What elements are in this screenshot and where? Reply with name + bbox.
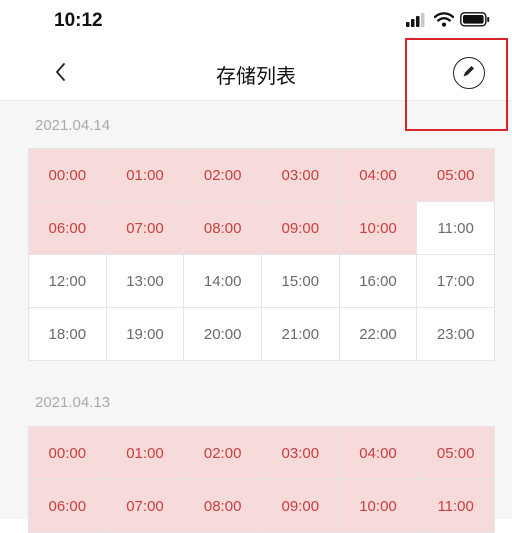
hour-cell[interactable]: 17:00 — [417, 255, 494, 307]
hour-cell-recorded[interactable]: 09:00 — [261, 202, 339, 254]
hour-cell-recorded[interactable]: 06:00 — [29, 202, 106, 254]
hour-cell-recorded[interactable]: 07:00 — [106, 202, 184, 254]
hour-cell-recorded[interactable]: 02:00 — [184, 427, 261, 479]
hour-cell-recorded[interactable]: 08:00 — [184, 202, 261, 254]
nav-bar: 存储列表 — [0, 44, 512, 101]
hour-cell[interactable]: 21:00 — [261, 308, 339, 360]
hour-cell-recorded[interactable]: 07:00 — [106, 480, 184, 532]
page-title: 存储列表 — [216, 66, 296, 88]
status-bar: 10:12 — [0, 0, 512, 44]
date-label: 2021.04.13 — [35, 394, 111, 411]
hour-cell-recorded[interactable]: 09:00 — [261, 480, 339, 532]
hour-cell-recorded[interactable]: 10:00 — [339, 202, 417, 254]
hour-cell-recorded[interactable]: 11:00 — [417, 480, 494, 532]
hour-cell-recorded[interactable]: 02:00 — [184, 149, 261, 201]
date-label: 2021.04.14 — [35, 117, 111, 134]
signal-icon — [406, 12, 428, 32]
hour-cell[interactable]: 18:00 — [29, 308, 106, 360]
edit-button[interactable] — [453, 57, 485, 89]
hour-cell-recorded[interactable]: 04:00 — [339, 427, 417, 479]
hour-cell[interactable]: 19:00 — [106, 308, 184, 360]
wifi-icon — [433, 12, 455, 32]
hour-cell-recorded[interactable]: 04:00 — [339, 149, 417, 201]
pencil-icon — [461, 63, 477, 84]
hour-cell-recorded[interactable]: 03:00 — [261, 149, 339, 201]
hour-cell-recorded[interactable]: 03:00 — [261, 427, 339, 479]
hour-cell[interactable]: 13:00 — [106, 255, 184, 307]
hour-cell[interactable]: 11:00 — [417, 202, 494, 254]
status-icons — [406, 12, 490, 32]
hour-cell[interactable]: 12:00 — [29, 255, 106, 307]
hour-grid: 00:00 01:00 02:00 03:00 04:00 05:00 06:00 07:00… — [28, 148, 495, 361]
hour-cell-recorded[interactable]: 08:00 — [184, 480, 261, 532]
storage-list[interactable]: 2021.04.14 00:00 01:00 02:00 03:00 04:00 05:0… — [0, 101, 512, 533]
battery-icon — [460, 12, 490, 32]
hour-cell-recorded[interactable]: 10:00 — [339, 480, 417, 532]
status-time: 10:12 — [54, 10, 103, 31]
hour-cell[interactable]: 23:00 — [417, 308, 494, 360]
hour-cell[interactable]: 16:00 — [339, 255, 417, 307]
hour-cell-recorded[interactable]: 06:00 — [29, 480, 106, 532]
hour-grid: 00:00 01:00 02:00 03:00 04:00 05:00 06:00 07:00… — [28, 426, 495, 533]
hour-cell-recorded[interactable]: 05:00 — [417, 149, 494, 201]
hour-cell[interactable]: 14:00 — [184, 255, 261, 307]
hour-cell-recorded[interactable]: 01:00 — [106, 149, 184, 201]
hour-cell-recorded[interactable]: 05:00 — [417, 427, 494, 479]
hour-cell-recorded[interactable]: 00:00 — [29, 149, 106, 201]
hour-cell-recorded[interactable]: 01:00 — [106, 427, 184, 479]
hour-cell-recorded[interactable]: 00:00 — [29, 427, 106, 479]
hour-cell[interactable]: 20:00 — [184, 308, 261, 360]
hour-cell[interactable]: 22:00 — [339, 308, 417, 360]
hour-cell[interactable]: 15:00 — [261, 255, 339, 307]
